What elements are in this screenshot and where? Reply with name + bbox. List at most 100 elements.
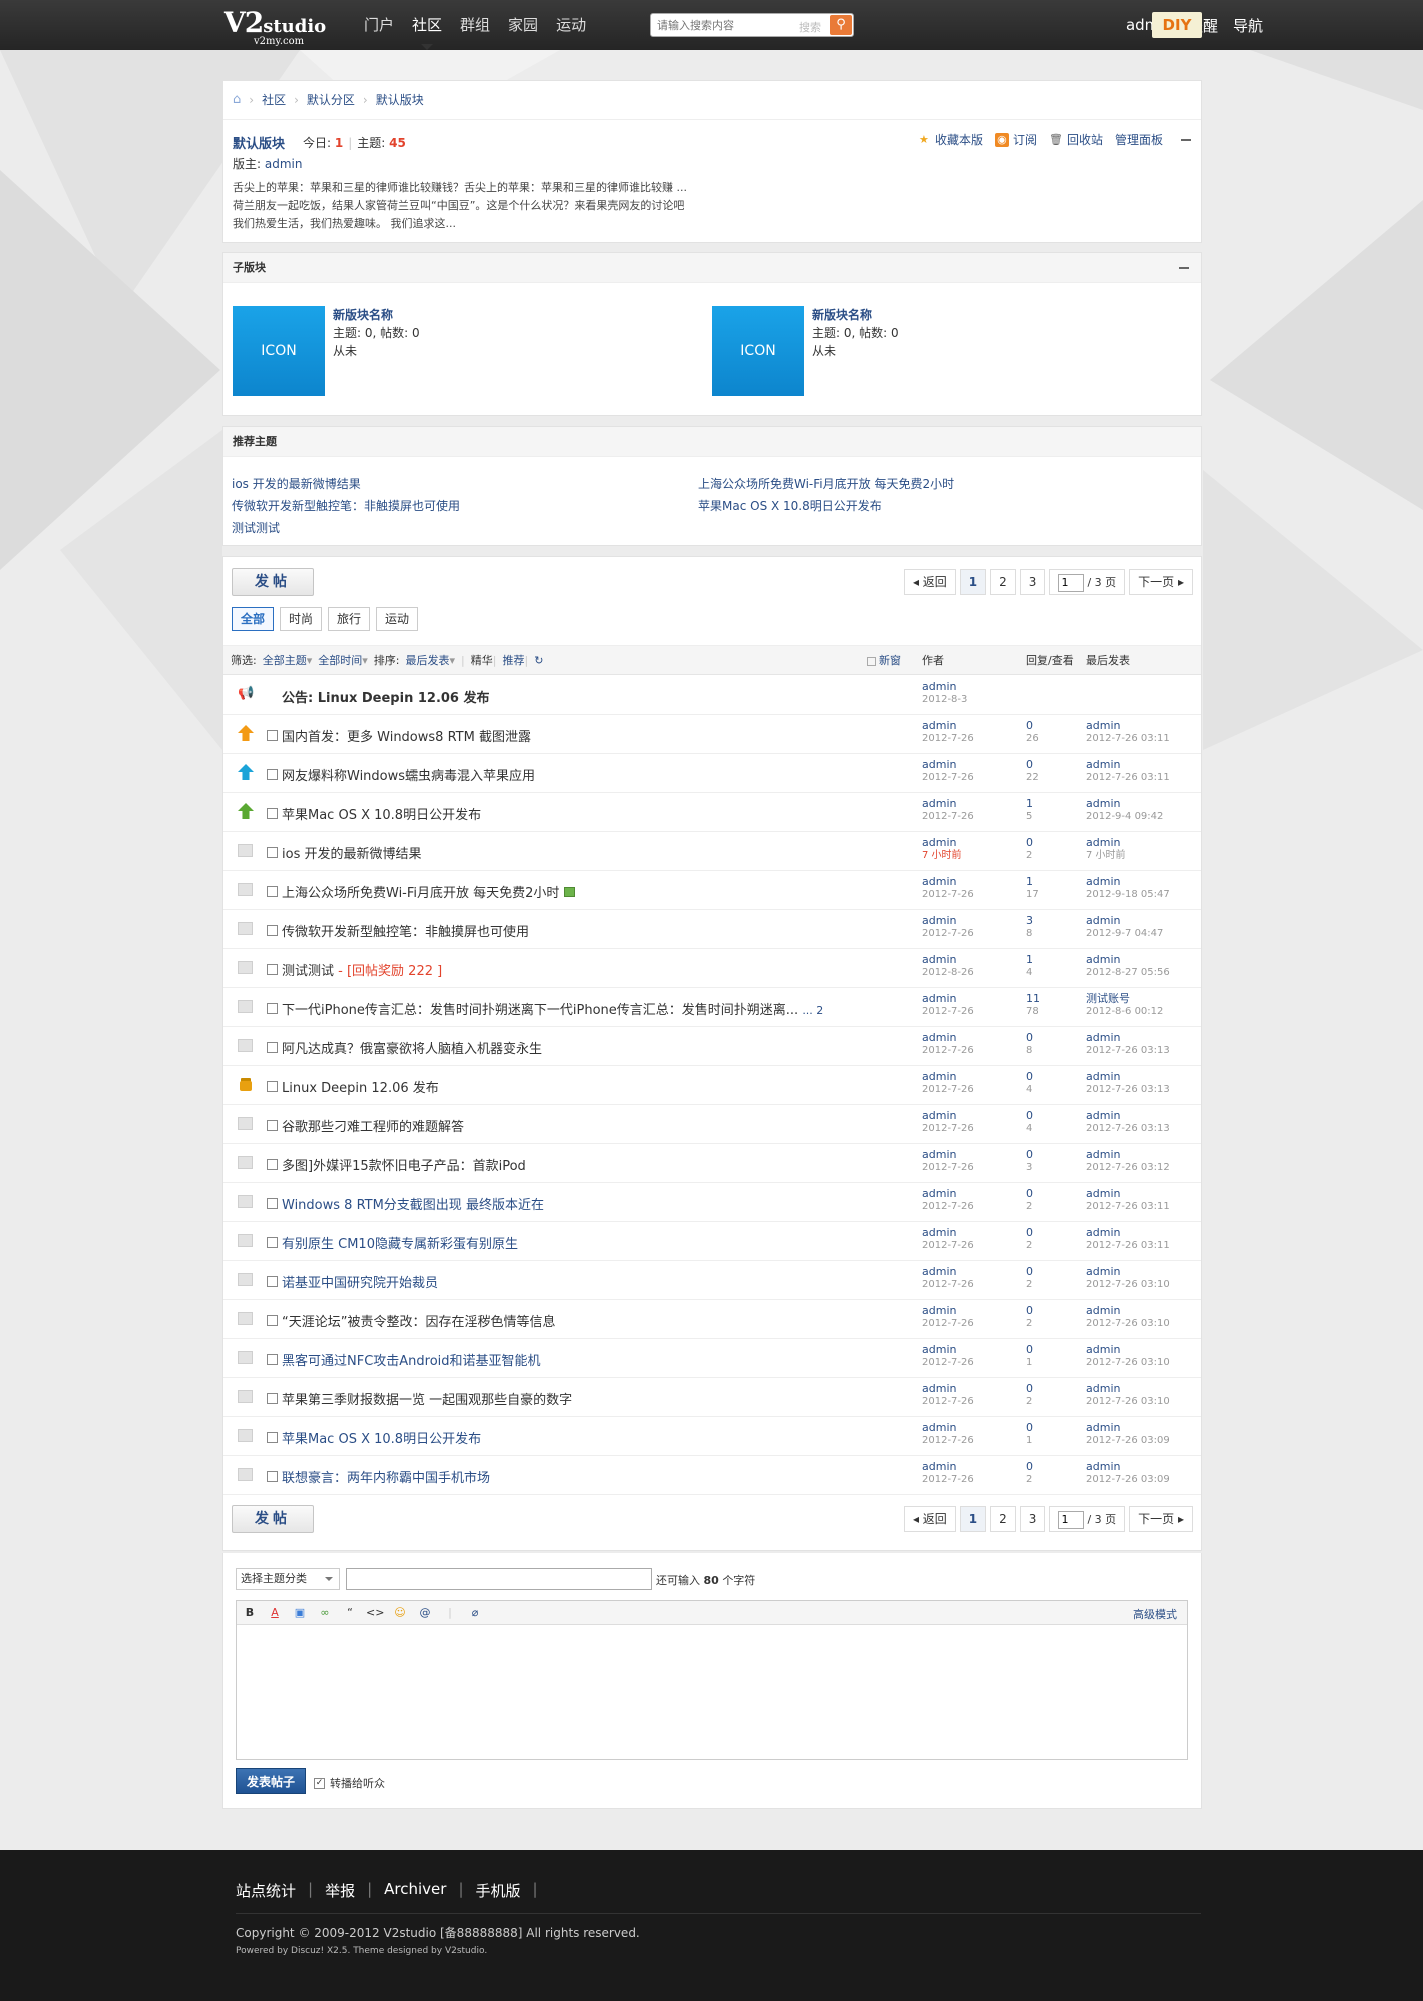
recommended-link[interactable]: ios 开发的最新微博结果 [232,475,361,492]
last-poster-link[interactable]: admin [1086,1343,1120,1356]
subscribe-button[interactable]: ◉ 订阅 [994,131,1037,148]
reply-count[interactable]: 0 [1026,1031,1033,1044]
home-icon[interactable]: ⌂ [233,92,241,107]
admin-panel-button[interactable]: 管理面板 [1115,131,1163,148]
thread-title[interactable]: 黑客可通过NFC攻击Android和诺基亚智能机 [282,1350,541,1369]
author-link[interactable]: admin [922,1187,956,1200]
refresh-icon[interactable]: ↻ [534,646,543,676]
footer-report-link[interactable]: 举报 [325,1880,355,1901]
thread-title[interactable]: 联想豪言：两年内称霸中国手机市场 [282,1467,490,1486]
quote-icon[interactable]: “ [341,1604,359,1622]
search-icon[interactable]: ⚲ [830,15,852,35]
attachment-icon[interactable]: ⌀ [466,1604,484,1622]
recommended-link[interactable]: 测试测试 [232,519,280,536]
author-link[interactable]: admin [922,719,956,732]
last-poster-link[interactable]: admin [1086,1109,1120,1122]
thread-checkbox[interactable] [267,1471,278,1482]
reply-count[interactable]: 1 [1026,797,1033,810]
last-post-time[interactable]: 2012-7-26 03:11 [1086,772,1170,783]
last-poster-link[interactable]: admin [1086,1382,1120,1395]
advanced-mode-link[interactable]: 高级模式 [1133,1606,1177,1622]
thread-checkbox[interactable] [267,1081,278,1092]
folder-icon[interactable] [238,1037,256,1055]
last-poster-link[interactable]: admin [1086,1226,1120,1239]
last-poster-link[interactable]: admin [1086,1265,1120,1278]
nav-sports[interactable]: 运动 [547,0,595,50]
thread-title[interactable]: 上海公众场所免费Wi-Fi月底开放 每天免费2小时 [282,882,575,901]
last-post-time[interactable]: 2012-8-27 05:56 [1086,967,1170,978]
author-link[interactable]: admin [922,758,956,771]
subforum-name[interactable]: 新版块名称 [333,306,420,324]
thread-checkbox[interactable] [267,1276,278,1287]
last-poster-link[interactable]: admin [1086,1304,1120,1317]
thread-checkbox[interactable] [267,1315,278,1326]
reply-count[interactable]: 0 [1026,1382,1033,1395]
folder-icon[interactable] [238,920,256,938]
author-link[interactable]: admin [922,797,956,810]
thread-title[interactable]: 有别原生 CM10隐藏专属新彩蛋有别原生 [282,1233,518,1252]
reply-count[interactable]: 1 [1026,953,1033,966]
last-poster-link[interactable]: admin [1086,1421,1120,1434]
sort-last-post[interactable]: 最后发表 [406,646,450,676]
thread-checkbox[interactable] [267,1237,278,1248]
tab-fashion[interactable]: 时尚 [280,607,323,631]
folder-icon[interactable] [238,1232,256,1250]
filter-all-threads[interactable]: 全部主题 [263,646,307,676]
pager-next-button[interactable]: 下一页 ▸ [1129,569,1193,595]
filter-recommend[interactable]: 推荐 [502,646,524,676]
nav-groups[interactable]: 群组 [451,0,499,50]
table-row[interactable]: 苹果第三季财报数据一览 一起围观那些自豪的数字 admin 2012-7-26 0 2 a… [223,1378,1201,1417]
table-row[interactable]: 有别原生 CM10隐藏专属新彩蛋有别原生 admin 2012-7-26 0 2 admi… [223,1222,1201,1261]
thread-pages[interactable]: ... 2 [802,1004,823,1017]
last-poster-link[interactable]: 测试账号 [1086,992,1130,1005]
thread-title[interactable]: 国内首发：更多 Windows8 RTM 截图泄露 [282,726,531,745]
table-row[interactable]: 传微软开发新型触控笔：非触摸屏也可使用 admin 2012-7-26 3 8 admin… [223,910,1201,949]
reply-count[interactable]: 0 [1026,836,1033,849]
table-row[interactable]: 下一代iPhone传言汇总：发售时间扑朔迷离下一代iPhone传言汇总：发售时间… [223,988,1201,1027]
pager-page-1[interactable]: 1 [959,569,987,595]
nav-portal[interactable]: 门户 [355,0,403,50]
message-editor[interactable]: B A ▣ ∞ “ <> ☺ @ | ⌀ 高级模式 [236,1600,1188,1760]
author-link[interactable]: admin [922,1070,956,1083]
last-post-time[interactable]: 7 小时前 [1086,850,1126,861]
thread-title[interactable]: 网友爆料称Windows蠕虫病毒混入苹果应用 [282,765,535,784]
tab-all[interactable]: 全部 [232,607,275,631]
table-row[interactable]: 阿凡达成真？俄富豪欲将人脑植入机器变永生 admin 2012-7-26 0 8 admi… [223,1027,1201,1066]
folder-icon[interactable] [238,1466,256,1484]
forum-icon[interactable]: ICON [712,306,804,396]
table-row[interactable]: 测试测试 - [回帖奖励 222 ] admin 2012-8-26 1 4 admin 2… [223,949,1201,988]
table-row[interactable]: 上海公众场所免费Wi-Fi月底开放 每天免费2小时 admin 2012-7-26… [223,871,1201,910]
nav-home[interactable]: 家园 [499,0,547,50]
navigation-link[interactable]: 导航 [1233,15,1263,36]
author-link[interactable]: admin [922,1460,956,1473]
folder-icon[interactable] [238,1388,256,1406]
thread-checkbox[interactable] [267,925,278,936]
breadcrumb-default-section[interactable]: 默认分区 [307,91,355,108]
new-window-toggle[interactable]: 新窗 [867,646,901,676]
recommended-link[interactable]: 苹果Mac OS X 10.8明日公开发布 [698,497,882,514]
reply-count[interactable]: 0 [1026,1109,1033,1122]
last-post-time[interactable]: 2012-9-7 04:47 [1086,928,1163,939]
recommended-link[interactable]: 上海公众场所免费Wi-Fi月底开放 每天免费2小时 [698,475,954,492]
reply-count[interactable]: 0 [1026,1460,1033,1473]
folder-icon[interactable] [238,1349,256,1367]
favorite-forum-button[interactable]: ★ 收藏本版 [917,131,983,148]
table-row[interactable]: 黑客可通过NFC攻击Android和诺基亚智能机 admin 2012-7-26 0 1… [223,1339,1201,1378]
new-post-button[interactable]: 发帖 [232,568,314,596]
font-color-icon[interactable]: A [266,1604,284,1622]
table-row[interactable]: 网友爆料称Windows蠕虫病毒混入苹果应用 admin 2012-7-26 0 22 a… [223,754,1201,793]
thread-checkbox[interactable] [267,1432,278,1443]
table-row[interactable]: 苹果Mac OS X 10.8明日公开发布 admin 2012-7-26 0 1 adm… [223,1417,1201,1456]
last-post-time[interactable]: 2012-7-26 03:13 [1086,1045,1170,1056]
author-link[interactable]: admin [922,953,956,966]
table-row[interactable]: ios 开发的最新微博结果 admin 7 小时前 0 2 admin 7 小时前 [223,832,1201,871]
thread-checkbox[interactable] [267,1354,278,1365]
subject-input[interactable] [346,1568,652,1590]
diy-button[interactable]: DIY [1152,12,1202,38]
thread-title[interactable]: 苹果第三季财报数据一览 一起围观那些自豪的数字 [282,1389,572,1408]
table-row[interactable]: 联想豪言：两年内称霸中国手机市场 admin 2012-7-26 0 2 admin 201… [223,1456,1201,1495]
last-poster-link[interactable]: admin [1086,875,1120,888]
last-poster-link[interactable]: admin [1086,1187,1120,1200]
thread-type-select[interactable]: 选择主题分类 [236,1568,340,1590]
subforum-name[interactable]: 新版块名称 [812,306,899,324]
